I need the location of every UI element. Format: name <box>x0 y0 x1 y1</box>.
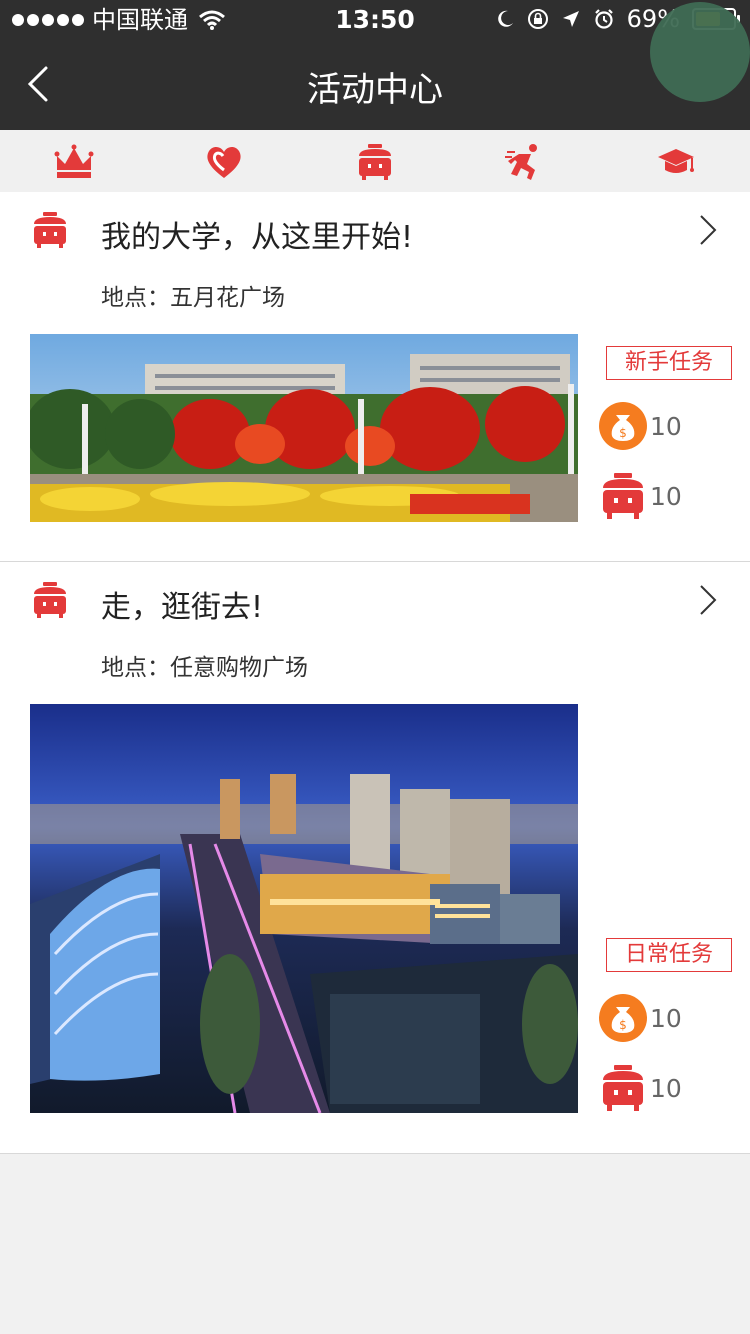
money-bag-icon: $ <box>598 401 648 451</box>
rice-cooker-icon <box>30 210 70 250</box>
category-study[interactable] <box>656 142 696 182</box>
category-crown[interactable] <box>54 142 94 182</box>
runner-icon <box>505 144 537 180</box>
activity-card[interactable]: 我的大学，从这里开始! 地点：五月花广场 新手任务 $ 10 10 <box>0 192 750 562</box>
alarm-icon <box>594 9 613 29</box>
cooker-reward: 10 <box>598 1064 682 1112</box>
category-rice-cooker[interactable] <box>355 142 395 182</box>
coin-reward-value: 10 <box>650 411 682 441</box>
activity-location: 地点：五月花广场 <box>101 285 285 311</box>
activity-location: 地点：任意购物广场 <box>101 655 308 681</box>
status-bar: 中国联通 13:50 69% <box>0 0 750 40</box>
task-type-badge: 新手任务 <box>606 346 732 380</box>
shopping-mall-photo[interactable] <box>30 704 578 1113</box>
heart-icon <box>207 146 241 178</box>
page-title: 活动中心 <box>307 70 443 110</box>
coin-reward: $ 10 <box>598 402 682 450</box>
assistive-touch-button[interactable] <box>650 2 750 102</box>
rice-cooker-icon <box>359 144 391 180</box>
svg-text:$: $ <box>619 426 627 440</box>
rotation-lock-icon <box>527 9 548 29</box>
cooker-reward-value: 10 <box>650 1073 682 1103</box>
coin-reward-value: 10 <box>650 1003 682 1033</box>
task-type-badge: 日常任务 <box>606 938 732 972</box>
crown-icon <box>54 144 94 178</box>
location-arrow-icon <box>562 11 579 27</box>
activity-title: 走，逛街去! <box>101 590 264 625</box>
activity-title: 我的大学，从这里开始! <box>101 220 414 255</box>
chevron-right-icon[interactable] <box>692 580 722 620</box>
cooker-reward-value: 10 <box>650 481 682 511</box>
money-bag-icon: $ <box>598 993 648 1043</box>
activity-card[interactable]: 走，逛街去! 地点：任意购物广场 日常任务 $ 10 10 <box>0 562 750 1154</box>
cooker-reward: 10 <box>598 472 682 520</box>
coin-reward: $ 10 <box>598 994 682 1042</box>
category-heart[interactable] <box>204 142 244 182</box>
nav-bar: 活动中心 <box>0 40 750 130</box>
category-bar <box>0 130 750 192</box>
campus-photo[interactable] <box>30 334 578 522</box>
rice-cooker-icon <box>30 580 70 620</box>
graduation-cap-icon <box>658 149 694 173</box>
rice-cooker-icon <box>598 471 648 521</box>
svg-text:$: $ <box>619 1018 627 1032</box>
category-sports[interactable] <box>505 142 545 182</box>
moon-icon <box>497 10 513 27</box>
rice-cooker-icon <box>598 1063 648 1113</box>
chevron-right-icon[interactable] <box>692 210 722 250</box>
